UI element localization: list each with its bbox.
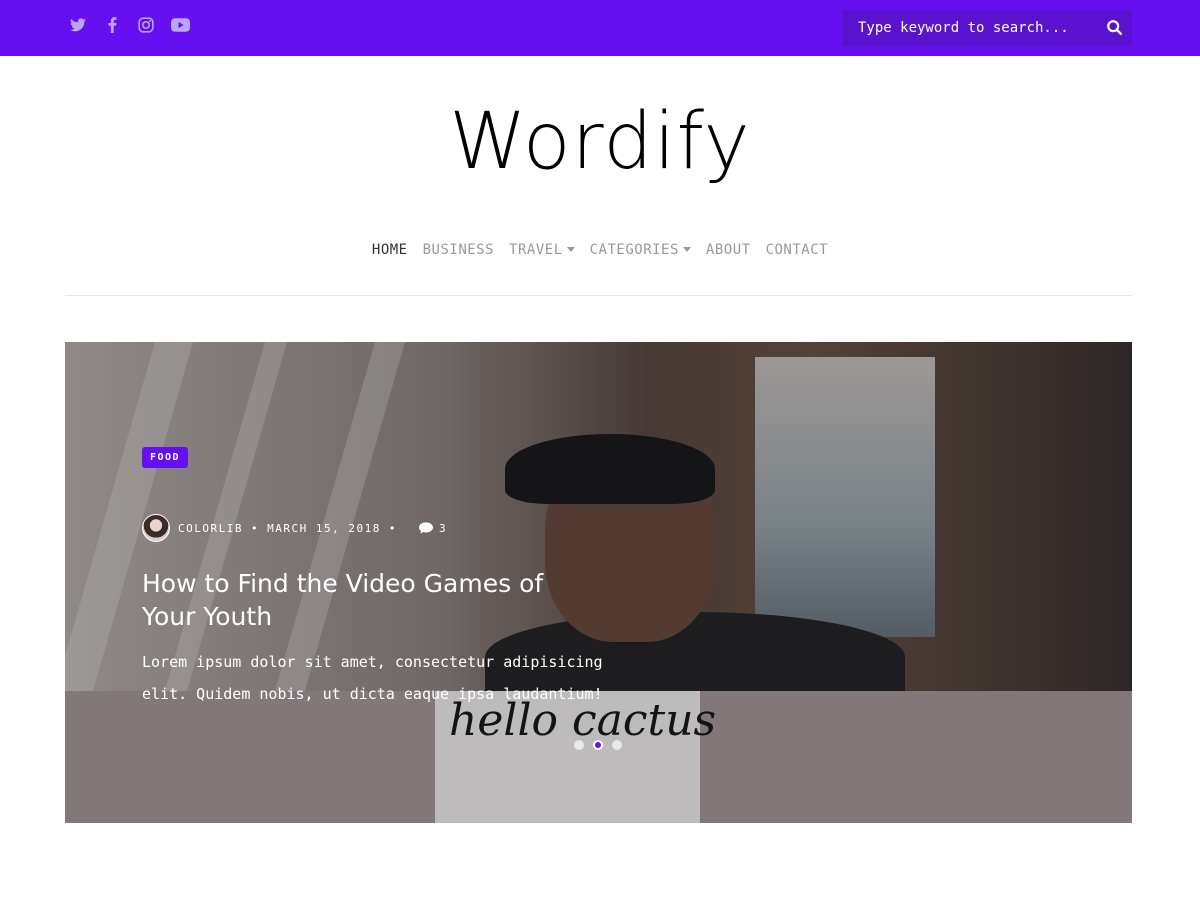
author-name[interactable]: COLORLIB (178, 522, 243, 535)
nav-item-label: HOME (371, 242, 408, 258)
nav-item-about[interactable]: ABOUT (706, 242, 751, 258)
caret-down-icon (682, 246, 691, 252)
youtube-icon[interactable] (170, 14, 190, 36)
social-links (68, 14, 190, 36)
site-logo[interactable]: Wordify (0, 92, 1200, 192)
search-box (843, 10, 1132, 46)
nav-item-home[interactable]: HOME (372, 242, 408, 258)
post-excerpt: Lorem ipsum dolor sit amet, consectetur … (142, 653, 603, 703)
nav-item-label: CONTACT (765, 242, 829, 258)
nav-item-label: CATEGORIES (589, 242, 679, 258)
slider-dots (574, 740, 622, 750)
slider-dot[interactable] (612, 740, 622, 750)
post-title[interactable]: How to Find the Video Games of Your Yout… (142, 567, 602, 633)
facebook-icon[interactable] (102, 14, 122, 36)
meta-separator: • (250, 521, 260, 535)
nav-item-label: ABOUT (705, 242, 751, 258)
main-nav: HOME BUSINESS TRAVEL CATEGORIES ABOUT CO… (0, 242, 1200, 258)
category-badge[interactable]: FOOD (142, 447, 189, 468)
slider-dot[interactable] (574, 740, 584, 750)
nav-divider (65, 295, 1132, 296)
nav-item-travel[interactable]: TRAVEL (509, 242, 575, 258)
comment-count: 3 (438, 521, 448, 535)
post-date: MARCH 15, 2018 (267, 521, 381, 535)
nav-item-label: TRAVEL (509, 242, 563, 258)
nav-item-categories[interactable]: CATEGORIES (590, 242, 691, 258)
nav-item-contact[interactable]: CONTACT (766, 242, 829, 258)
top-bar (0, 0, 1200, 56)
search-icon[interactable] (1106, 19, 1124, 37)
avatar (142, 514, 170, 542)
hero-slider[interactable]: hello cactus FOOD COLORLIB • MARCH 15, 2… (65, 342, 1132, 823)
comment-icon (418, 522, 433, 534)
search-input[interactable] (843, 10, 1093, 46)
twitter-icon[interactable] (68, 14, 88, 36)
instagram-icon[interactable] (136, 14, 156, 36)
post-meta: COLORLIB • MARCH 15, 2018 • 3 (142, 513, 447, 543)
caret-down-icon (566, 246, 575, 252)
slider-dot-active[interactable] (593, 740, 603, 750)
nav-item-business[interactable]: BUSINESS (423, 242, 494, 258)
meta-separator: • (388, 521, 397, 535)
nav-item-label: BUSINESS (422, 242, 495, 258)
